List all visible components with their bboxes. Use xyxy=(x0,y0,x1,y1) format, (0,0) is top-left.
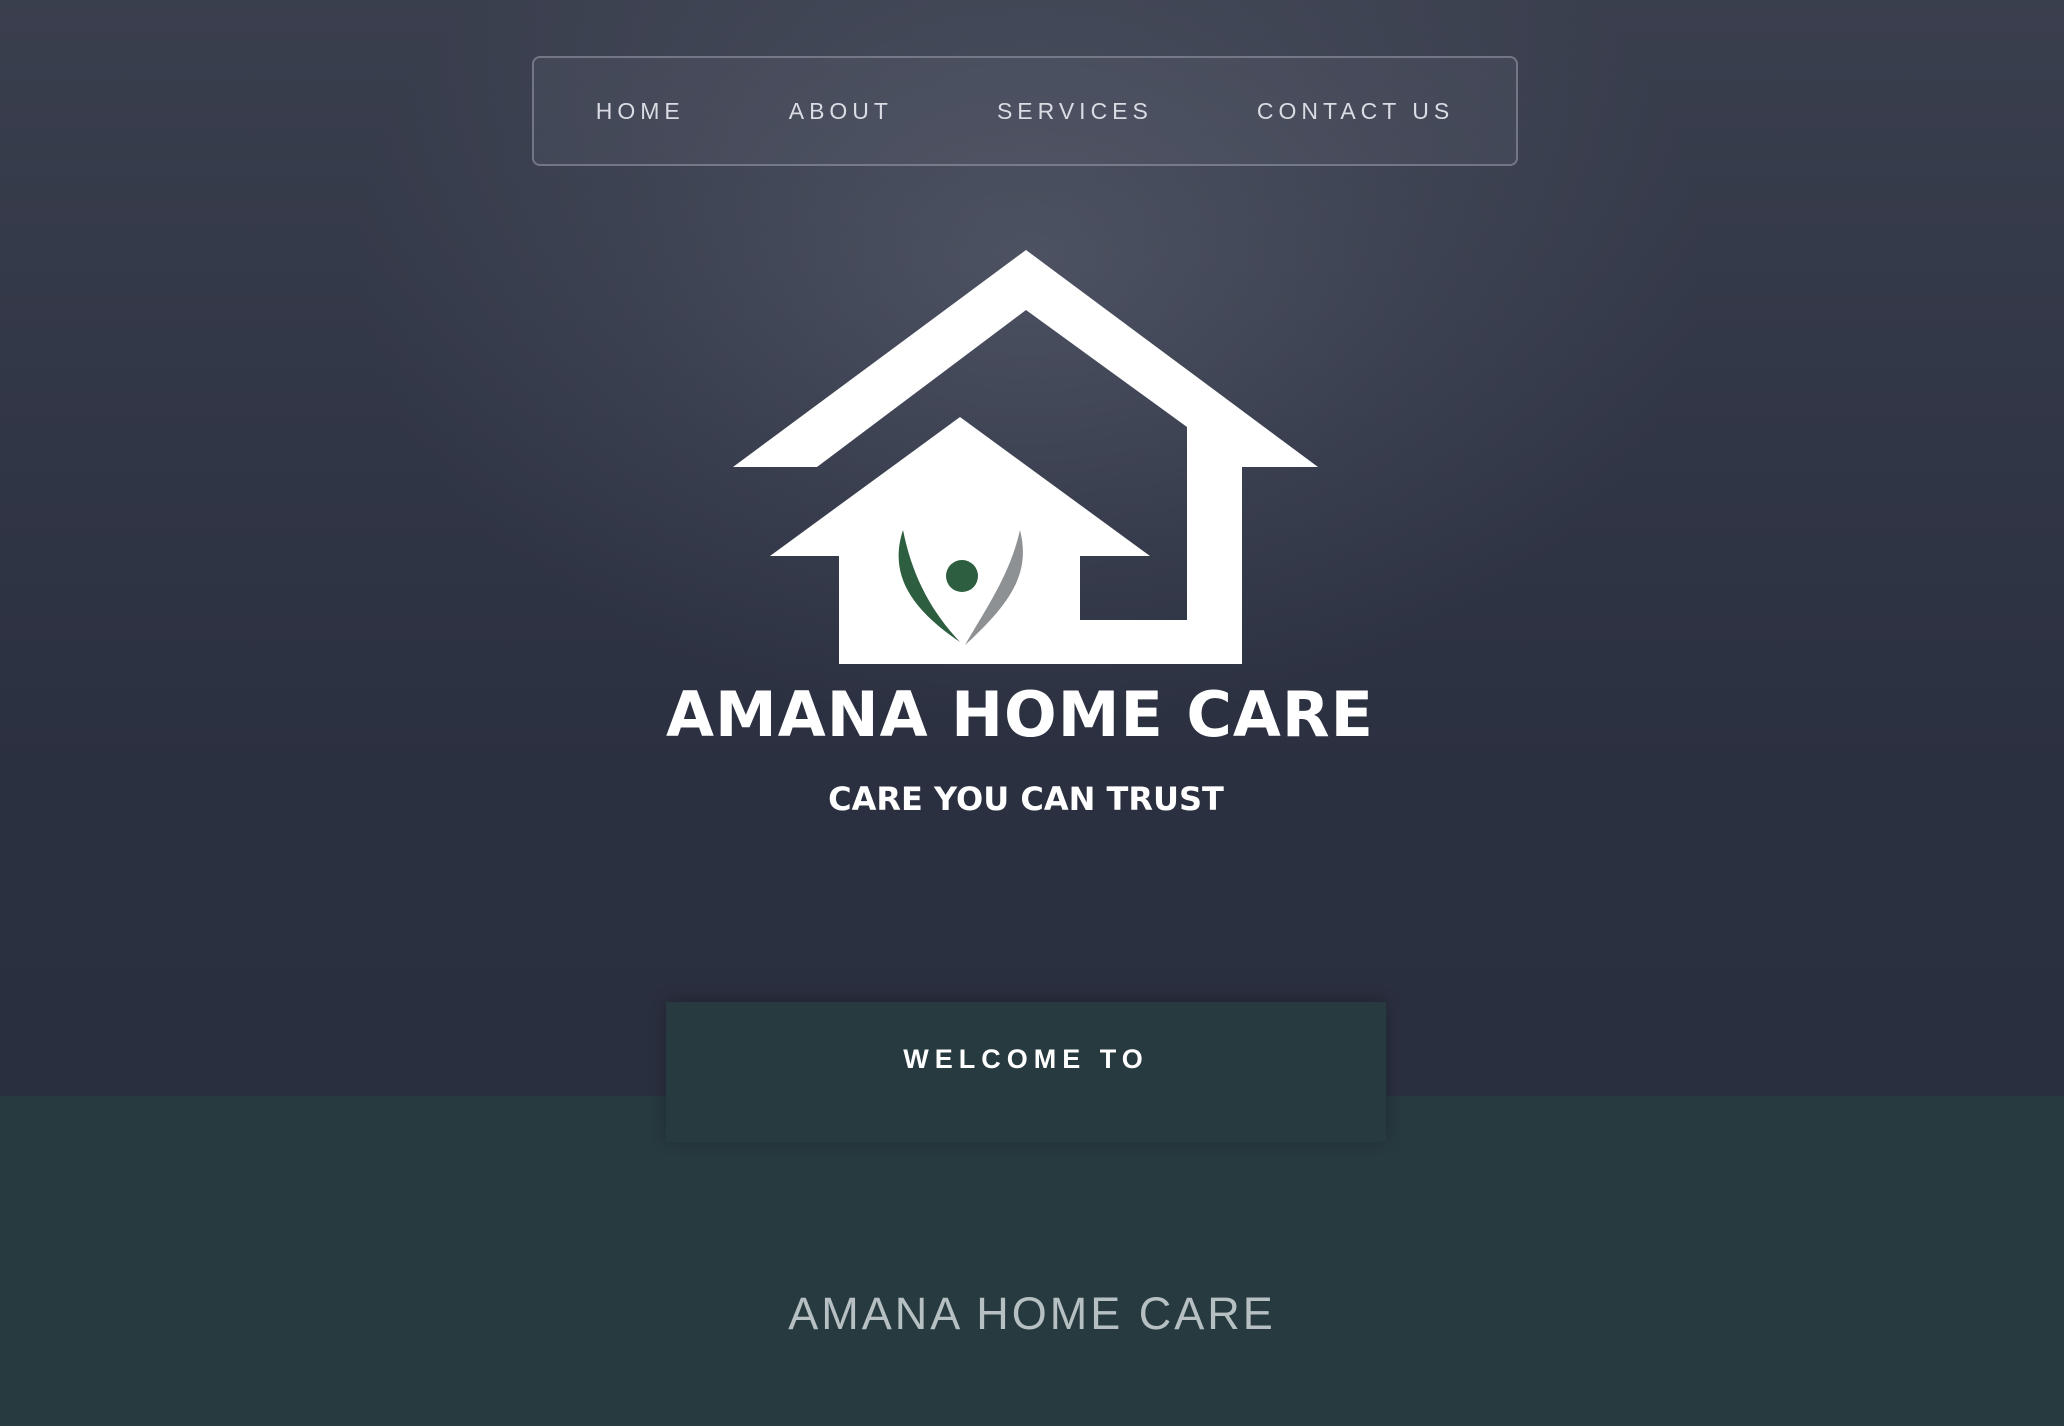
intro-section xyxy=(0,1096,2064,1426)
main-nav: HOME ABOUT SERVICES CONTACT US xyxy=(532,56,1518,166)
logo-tagline: CARE YOU CAN TRUST xyxy=(828,780,1224,818)
logo-company-name: AMANA HOME CARE xyxy=(666,678,1374,751)
section-title: AMANA HOME CARE xyxy=(788,1288,1276,1339)
house-with-person-icon xyxy=(733,250,1318,664)
nav-item-contact-us[interactable]: CONTACT US xyxy=(1257,98,1454,125)
welcome-heading: WELCOME TO xyxy=(903,1044,1149,1074)
nav-item-about[interactable]: ABOUT xyxy=(789,98,893,125)
company-logo: AMANA HOME CARE CARE YOU CAN TRUST xyxy=(666,250,1374,818)
person-head-shape xyxy=(946,560,978,592)
nav-item-home[interactable]: HOME xyxy=(596,98,685,125)
nav-item-services[interactable]: SERVICES xyxy=(997,98,1153,125)
